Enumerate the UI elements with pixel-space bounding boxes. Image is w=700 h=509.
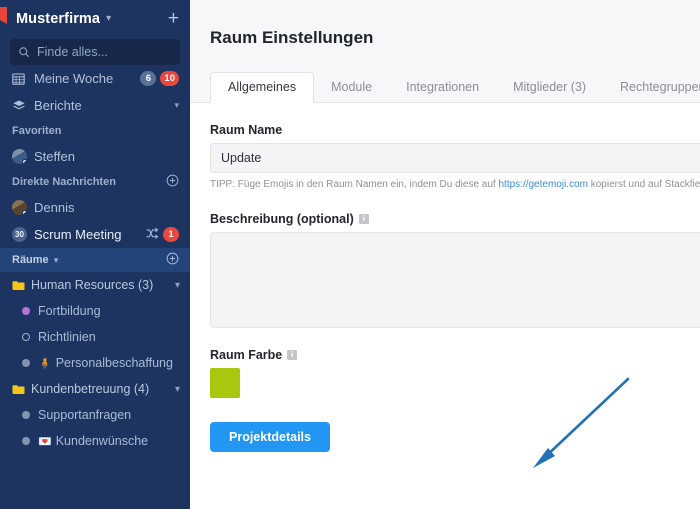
- count-badge: 6: [140, 71, 157, 86]
- sidebar-room-richtlinien[interactable]: Richtlinien: [0, 324, 190, 350]
- sidebar-item-right: 1: [146, 227, 179, 242]
- search-input[interactable]: [37, 45, 167, 59]
- plus-circle-icon[interactable]: [166, 252, 179, 268]
- group-avatar: 30: [12, 227, 29, 242]
- section-title: Räume: [12, 254, 49, 266]
- sidebar: Musterfirma ▾ + Me: [0, 0, 190, 509]
- tab-module[interactable]: Module: [314, 73, 389, 103]
- tab-integrationen[interactable]: Integrationen: [389, 73, 496, 103]
- room-name-input[interactable]: [210, 143, 700, 173]
- description-textarea[interactable]: [210, 232, 700, 328]
- sidebar-item-label: Steffen: [34, 149, 75, 164]
- sidebar-room-label: Fortbildung: [38, 304, 101, 318]
- sidebar-item-label: Dennis: [34, 200, 75, 215]
- workspace-header[interactable]: Musterfirma ▾ +: [0, 0, 190, 37]
- sidebar-room-supportanfragen[interactable]: Supportanfragen: [0, 402, 190, 428]
- section-raeume[interactable]: Räume ▾: [0, 248, 190, 272]
- room-color-label: Raum Farbe i: [210, 348, 700, 362]
- workspace-name: Musterfirma: [16, 10, 101, 27]
- caret-down-icon[interactable]: ▾: [174, 100, 179, 111]
- sidebar-item-meine-woche[interactable]: Meine Woche 6 10: [0, 65, 190, 92]
- tip-prefix: TIPP: Füge Emojis in den Raum Namen ein,…: [210, 179, 499, 190]
- sidebar-item-label: Scrum Meeting: [34, 227, 122, 242]
- plus-circle-icon[interactable]: [166, 174, 179, 190]
- sidebar-room-label: Richtlinien: [38, 330, 96, 344]
- tab-rechtegruppen[interactable]: Rechtegruppen: [603, 73, 700, 103]
- folder-icon: [12, 280, 25, 291]
- section-direkte-nachrichten: Direkte Nachrichten: [0, 170, 190, 194]
- tab-bar: Allgemeines Module Integrationen Mitglie…: [190, 69, 700, 103]
- sidebar-folder-human-resources[interactable]: Human Resources (3) ▾: [0, 272, 190, 298]
- status-dot: [22, 359, 30, 367]
- section-title: Direkte Nachrichten: [12, 176, 116, 188]
- emoji-tip-text: TIPP: Füge Emojis in den Raum Namen ein,…: [210, 179, 700, 190]
- room-color-label-text: Raum Farbe: [210, 348, 283, 362]
- search-box[interactable]: [10, 39, 180, 65]
- calendar-icon: [12, 72, 29, 85]
- sidebar-room-kundenwuensche[interactable]: 💌 Kundenwünsche: [0, 428, 190, 454]
- shuffle-icon: [146, 227, 159, 242]
- sidebar-room-label: Supportanfragen: [38, 408, 132, 422]
- description-label: Beschreibung (optional) i: [210, 212, 700, 226]
- sidebar-item-dennis[interactable]: Dennis: [0, 194, 190, 221]
- unread-badge: 10: [160, 71, 179, 86]
- status-dot: [22, 411, 30, 419]
- sidebar-item-label: Berichte: [34, 98, 82, 113]
- sidebar-folder-label: Kundenbetreuung (4): [31, 382, 150, 396]
- sidebar-room-fortbildung[interactable]: Fortbildung: [0, 298, 190, 324]
- folder-icon: [12, 384, 25, 395]
- unread-badge: 1: [163, 227, 179, 242]
- section-title: Favoriten: [12, 125, 62, 137]
- chevron-down-icon[interactable]: ▾: [106, 13, 111, 24]
- person-emoji-icon: 🧍: [38, 357, 52, 370]
- getemoji-link[interactable]: https://getemoji.com: [498, 179, 587, 190]
- chevron-down-icon[interactable]: ▾: [175, 384, 180, 395]
- plus-icon[interactable]: +: [168, 9, 179, 28]
- tab-allgemeines[interactable]: Allgemeines: [210, 71, 315, 103]
- chevron-down-icon[interactable]: ▾: [175, 280, 180, 291]
- love-letter-emoji-icon: 💌: [38, 435, 52, 448]
- search-icon: [19, 47, 30, 58]
- app-window: Musterfirma ▾ + Me: [0, 0, 700, 509]
- bookmark-flag-icon: [0, 7, 7, 24]
- group-avatar-count: 30: [12, 227, 27, 242]
- info-icon[interactable]: i: [358, 214, 369, 224]
- status-dot: [22, 307, 30, 315]
- layers-icon: [12, 99, 29, 112]
- sidebar-room-label: Kundenwünsche: [55, 434, 149, 448]
- avatar: [12, 200, 29, 215]
- avatar: [12, 149, 29, 164]
- room-name-label-text: Raum Name: [210, 123, 283, 137]
- status-ring-icon: [22, 333, 30, 341]
- sidebar-room-personalbeschaffung[interactable]: 🧍 Personalbeschaffung: [0, 350, 190, 376]
- tip-suffix: kopierst und auf Stackfield einfügst: [590, 179, 700, 190]
- tab-mitglieder[interactable]: Mitglieder (3): [496, 73, 603, 103]
- sidebar-item-label: Meine Woche: [34, 71, 114, 86]
- description-label-text: Beschreibung (optional): [210, 212, 354, 226]
- sidebar-room-label: Personalbeschaffung: [55, 356, 173, 370]
- caret-down-icon[interactable]: ▾: [54, 255, 59, 266]
- sidebar-item-badges: 6 10: [140, 71, 179, 86]
- sidebar-folder-kundenbetreuung[interactable]: Kundenbetreuung (4) ▾: [0, 376, 190, 402]
- sidebar-item-steffen[interactable]: Steffen: [0, 143, 190, 170]
- status-dot: [22, 437, 30, 445]
- sidebar-folder-label: Human Resources (3): [31, 278, 154, 292]
- page-title: Raum Einstellungen: [210, 28, 374, 47]
- room-name-label: Raum Name: [210, 123, 700, 137]
- color-swatch[interactable]: [210, 368, 240, 398]
- main-content: Raum Einstellungen Allgemeines Module In…: [190, 0, 700, 509]
- projektdetails-button[interactable]: Projektdetails: [210, 422, 330, 452]
- settings-form: Raum Name TIPP: Füge Emojis in den Raum …: [190, 103, 700, 509]
- sidebar-item-scrum-meeting[interactable]: 30 Scrum Meeting 1: [0, 221, 190, 248]
- sidebar-item-berichte[interactable]: Berichte ▾: [0, 92, 190, 119]
- info-icon[interactable]: i: [287, 350, 298, 360]
- section-favoriten: Favoriten: [0, 119, 190, 143]
- sidebar-item-right: ▾: [174, 100, 179, 111]
